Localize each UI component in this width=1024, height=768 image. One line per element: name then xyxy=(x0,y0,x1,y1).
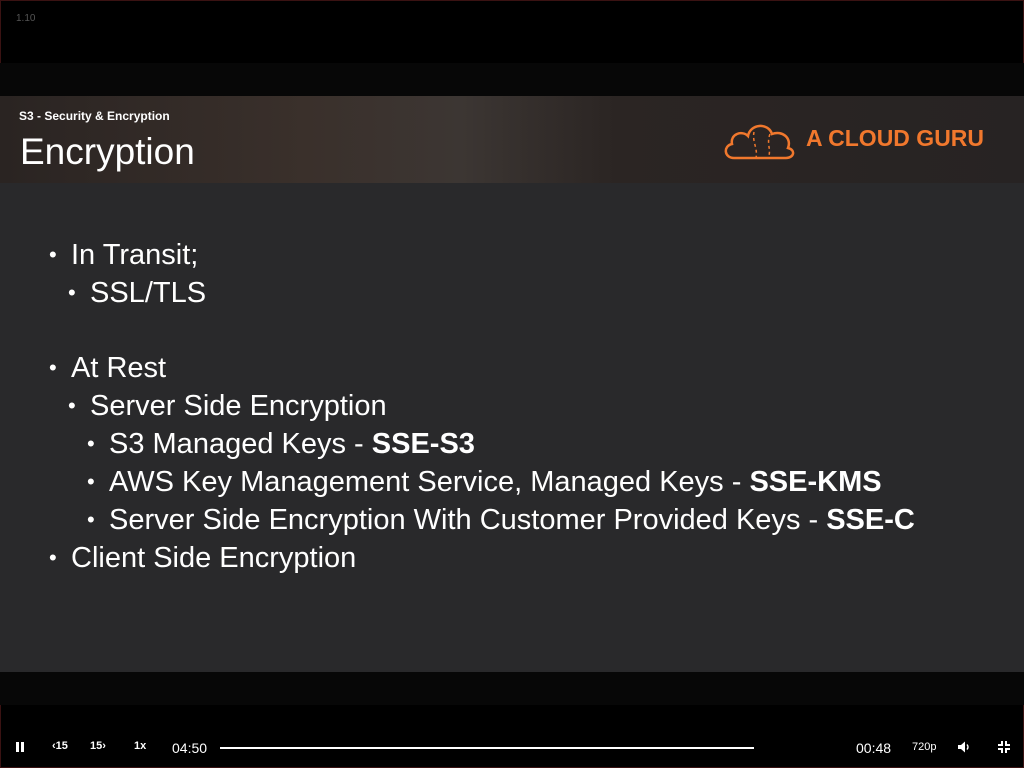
speed-button[interactable]: 1x xyxy=(134,740,146,752)
pause-icon xyxy=(16,742,24,752)
forward-15-button[interactable]: 15› xyxy=(90,740,106,752)
current-time: 04:50 xyxy=(172,740,208,756)
bullet-at-rest: • At Rest xyxy=(49,352,167,384)
version-label: 1.10 xyxy=(16,13,36,24)
logo-text: A CLOUD GURU xyxy=(806,125,985,151)
slide-title: Encryption xyxy=(20,131,195,172)
pause-button[interactable] xyxy=(14,741,26,756)
exit-fullscreen-icon xyxy=(998,741,1010,753)
bullet-ssl-tls: • SSL/TLS xyxy=(68,277,207,309)
bullet-sse-s3: • S3 Managed Keys - SSE-S3 xyxy=(87,428,475,460)
remaining-time: 00:48 xyxy=(856,740,892,756)
rewind-15-button[interactable]: ‹15 xyxy=(52,740,68,752)
section-label: S3 - Security & Encryption xyxy=(19,109,170,123)
bullet-sse-kms: • AWS Key Management Service, Managed Ke… xyxy=(87,466,882,498)
bullet-dot-icon: • xyxy=(49,242,57,267)
bullet-dot-icon: • xyxy=(68,280,76,305)
bullet-dot-icon: • xyxy=(68,393,76,418)
player-controls: ‹15 15› 1x 04:50 00:48 720p xyxy=(0,728,1024,766)
bullet-server-side: • Server Side Encryption xyxy=(68,390,387,422)
bullet-dot-icon: • xyxy=(87,469,95,494)
cloud-logo-icon xyxy=(724,124,795,160)
bullet-dot-icon: • xyxy=(49,355,57,380)
bullet-dot-icon: • xyxy=(87,431,95,456)
bullet-dot-icon: • xyxy=(87,507,95,532)
bottom-letterbox xyxy=(0,672,1024,705)
quality-button[interactable]: 720p xyxy=(912,741,936,753)
volume-icon xyxy=(958,741,969,753)
exit-fullscreen-button[interactable] xyxy=(997,740,1011,757)
bullet-in-transit: • In Transit; xyxy=(49,239,199,271)
volume-button[interactable] xyxy=(957,740,971,757)
brand-logo: A CLOUD GURU xyxy=(722,118,1002,162)
bullet-dot-icon: • xyxy=(49,545,57,570)
forward-icon: › xyxy=(102,740,106,752)
bullet-sse-c: • Server Side Encryption With Customer P… xyxy=(87,504,915,536)
bullet-client-side: • Client Side Encryption xyxy=(49,542,357,574)
top-letterbox xyxy=(0,63,1024,96)
progress-bar[interactable] xyxy=(220,747,754,749)
progress-fill xyxy=(220,747,754,749)
